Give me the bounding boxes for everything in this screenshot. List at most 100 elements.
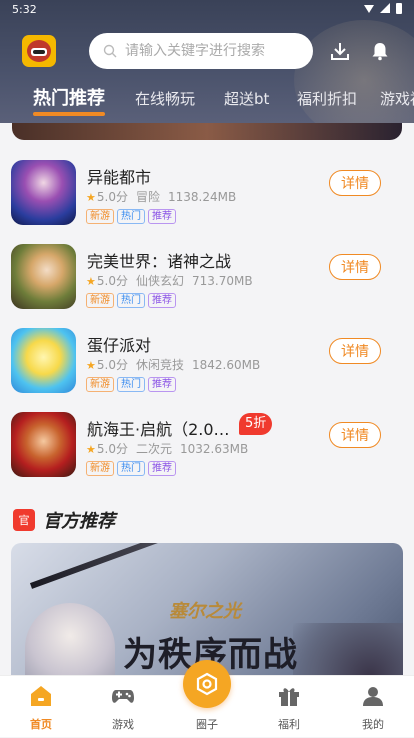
game-meta: ★5.0分 冒险 1138.24MB: [86, 188, 236, 205]
game-meta: ★5.0分 仙侠玄幻 713.70MB: [86, 272, 253, 289]
search-input[interactable]: [125, 43, 295, 59]
download-icon: [331, 43, 349, 60]
game-tags: 新游 热门 推荐: [86, 293, 176, 308]
game-list-item[interactable]: 异能都市 ★5.0分 冒险 1138.24MB 新游 热门 推荐 详情: [0, 160, 414, 244]
game-size: 713.70MB: [191, 273, 253, 288]
game-meta: ★5.0分 休闲竞技 1842.60MB: [86, 356, 260, 373]
tag-new: 新游: [86, 209, 114, 224]
nav-welfare[interactable]: 福利: [248, 676, 330, 738]
tab-online-play[interactable]: 在线畅玩: [135, 86, 195, 116]
game-size: 1032.63MB: [179, 441, 249, 456]
detail-button[interactable]: 详情: [329, 170, 381, 196]
circle-icon: [196, 672, 218, 696]
tag-recommend: 推荐: [148, 209, 176, 224]
tab-welfare-discount[interactable]: 福利折扣: [297, 86, 357, 116]
circle-fab-button[interactable]: [183, 660, 231, 708]
star-icon: ★: [86, 443, 96, 456]
search-icon: [103, 44, 117, 58]
tag-new: 新游: [86, 377, 114, 392]
rating-value: 5.0分: [96, 358, 128, 372]
game-list-item[interactable]: 完美世界：诸神之战 ★5.0分 仙侠玄幻 713.70MB 新游 热门 推荐 详…: [0, 244, 414, 328]
nav-label: 福利: [278, 718, 300, 731]
tab-bt[interactable]: 超送bt: [224, 86, 269, 116]
game-tags: 新游 热门 推荐: [86, 209, 176, 224]
tab-game-welfare[interactable]: 游戏福利: [380, 86, 414, 116]
app-logo[interactable]: [22, 35, 56, 67]
tag-hot: 热门: [117, 293, 145, 308]
banner-carousel-edge[interactable]: [12, 123, 402, 140]
signal-icon: [380, 3, 390, 13]
tag-hot: 热门: [117, 209, 145, 224]
tab-label: 超送bt: [224, 90, 270, 108]
game-tags: 新游 热门 推荐: [86, 461, 176, 476]
game-icon: [11, 328, 76, 393]
nav-home[interactable]: 首页: [0, 676, 82, 738]
search-bar[interactable]: [89, 33, 313, 69]
game-genre: 冒险: [135, 190, 160, 204]
tab-label: 福利折扣: [297, 90, 358, 108]
tab-label: 游戏福利: [380, 90, 414, 108]
notification-button[interactable]: [369, 40, 391, 62]
game-rating: ★5.0分: [86, 356, 128, 373]
tag-recommend: 推荐: [148, 293, 176, 308]
game-icon: [11, 160, 76, 225]
nav-profile[interactable]: 我的: [332, 676, 414, 738]
nav-label: 圈子: [196, 718, 218, 731]
download-button[interactable]: [329, 40, 351, 62]
game-name: 航海王·启航（2.0大…: [87, 420, 237, 439]
discount-badge: 5折: [239, 413, 273, 435]
star-icon: ★: [86, 359, 96, 372]
status-bar: 5:32: [0, 0, 414, 18]
gift-icon: [279, 688, 299, 706]
game-name: 异能都市: [87, 168, 152, 187]
tag-new: 新游: [86, 461, 114, 476]
promo-game-logo: 塞尔之光: [169, 601, 241, 622]
nav-label: 我的: [362, 718, 384, 731]
game-genre: 二次元: [135, 442, 172, 456]
home-icon: [31, 686, 51, 706]
game-tags: 新游 热门 推荐: [86, 377, 176, 392]
official-promo-banner[interactable]: 塞尔之光 为秩序而战: [11, 543, 403, 675]
status-icons: [364, 3, 402, 14]
tag-recommend: 推荐: [148, 461, 176, 476]
star-icon: ★: [86, 275, 96, 288]
detail-button[interactable]: 详情: [329, 338, 381, 364]
game-name: 蛋仔派对: [87, 336, 152, 355]
promo-sword-art: [29, 543, 249, 589]
wifi-icon: [364, 5, 374, 13]
game-size: 1138.24MB: [167, 189, 237, 204]
detail-button[interactable]: 详情: [329, 254, 381, 280]
tag-recommend: 推荐: [148, 377, 176, 392]
content-area: 异能都市 ★5.0分 冒险 1138.24MB 新游 热门 推荐 详情 完美世界…: [0, 123, 414, 675]
game-name: 完美世界：诸神之战: [87, 252, 232, 271]
game-rating: ★5.0分: [86, 272, 128, 289]
tab-hot-recommend[interactable]: 热门推荐: [33, 86, 105, 116]
rating-value: 5.0分: [96, 442, 128, 456]
game-genre: 仙侠玄幻: [135, 274, 184, 288]
user-icon: [363, 687, 383, 706]
section-header: 官 官方推荐: [13, 507, 115, 533]
tag-hot: 热门: [117, 377, 145, 392]
game-icon: [11, 412, 76, 477]
game-list-item[interactable]: 航海王·启航（2.0大… 5折 ★5.0分 二次元 1032.63MB 新游 热…: [0, 412, 414, 496]
game-icon: [11, 244, 76, 309]
section-title: 官方推荐: [43, 511, 115, 532]
official-flag-icon: 官: [13, 509, 35, 531]
tab-label: 在线畅玩: [135, 90, 196, 108]
nav-games[interactable]: 游戏: [82, 676, 164, 738]
promo-character-art: [25, 603, 115, 675]
gamepad-icon: [112, 690, 134, 703]
battery-icon: [396, 3, 402, 14]
header: 5:32 热门推荐 在线: [0, 0, 414, 123]
game-meta: ★5.0分 二次元 1032.63MB: [86, 440, 248, 457]
logo-mascot-icon: [27, 40, 51, 62]
game-size: 1842.60MB: [191, 357, 261, 372]
game-rating: ★5.0分: [86, 440, 128, 457]
category-tabs: 热门推荐 在线畅玩 超送bt 福利折扣 游戏福利: [0, 86, 414, 116]
game-list-item[interactable]: 蛋仔派对 ★5.0分 休闲竞技 1842.60MB 新游 热门 推荐 详情: [0, 328, 414, 412]
nav-label: 首页: [30, 718, 52, 731]
tag-hot: 热门: [117, 461, 145, 476]
detail-button[interactable]: 详情: [329, 422, 381, 448]
promo-character-art: [293, 623, 403, 675]
tab-label: 热门推荐: [33, 88, 105, 109]
